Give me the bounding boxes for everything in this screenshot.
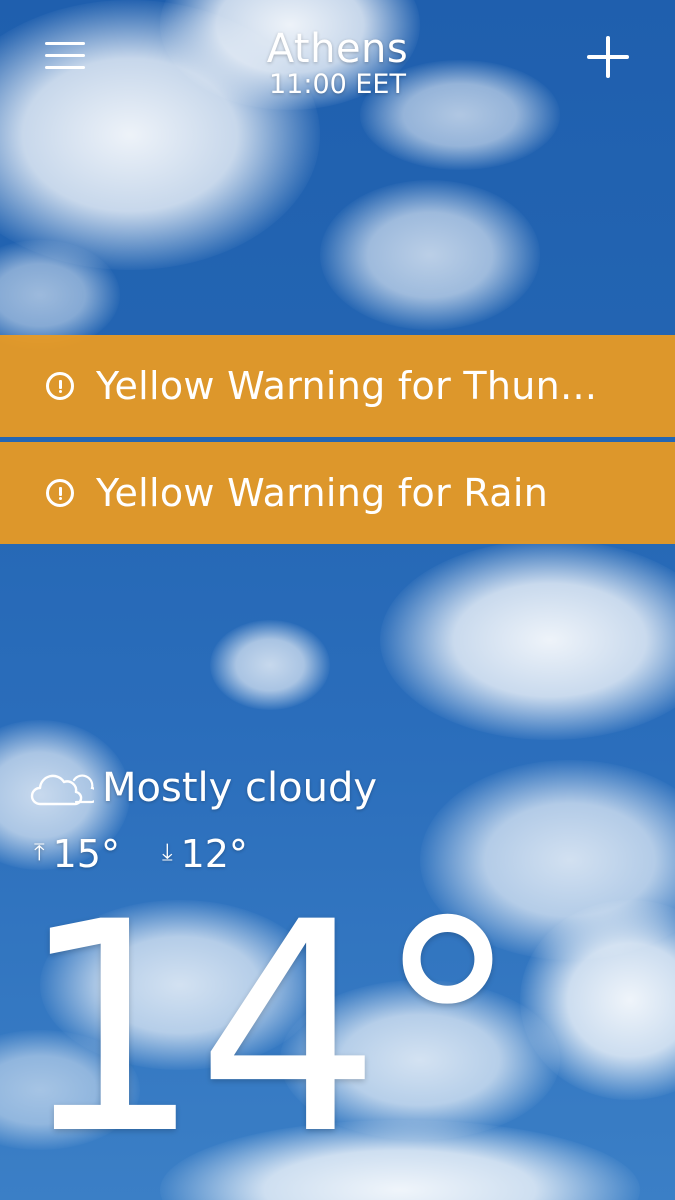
cloud-decoration <box>320 180 540 330</box>
exclamation-circle-icon <box>46 372 74 400</box>
cloud-decoration <box>520 900 675 1100</box>
location-block[interactable]: Athens 11:00 EET <box>0 24 675 100</box>
current-temperature: 14° <box>18 861 520 1198</box>
warning-label: Yellow Warning for Thun... <box>96 364 598 408</box>
local-time: 11:00 EET <box>268 69 406 100</box>
condition-text: Mostly cloudy <box>102 765 377 811</box>
add-location-button[interactable] <box>585 34 631 80</box>
cloud-decoration <box>210 620 330 710</box>
header-bar: Athens 11:00 EET <box>0 0 675 130</box>
cloud-decoration <box>380 540 675 740</box>
warning-banner-rain[interactable]: Yellow Warning for Rain <box>0 442 675 544</box>
warning-label: Yellow Warning for Rain <box>96 471 549 515</box>
current-condition: Mostly cloudy <box>30 765 377 811</box>
cloud-icon <box>30 774 94 806</box>
exclamation-circle-icon <box>46 479 74 507</box>
city-name: Athens <box>266 26 409 72</box>
warning-banner-thunderstorm[interactable]: Yellow Warning for Thun... <box>0 335 675 437</box>
weather-screen: Athens 11:00 EET Yellow Warning for Thun… <box>0 0 675 1200</box>
cloud-decoration <box>0 240 120 350</box>
